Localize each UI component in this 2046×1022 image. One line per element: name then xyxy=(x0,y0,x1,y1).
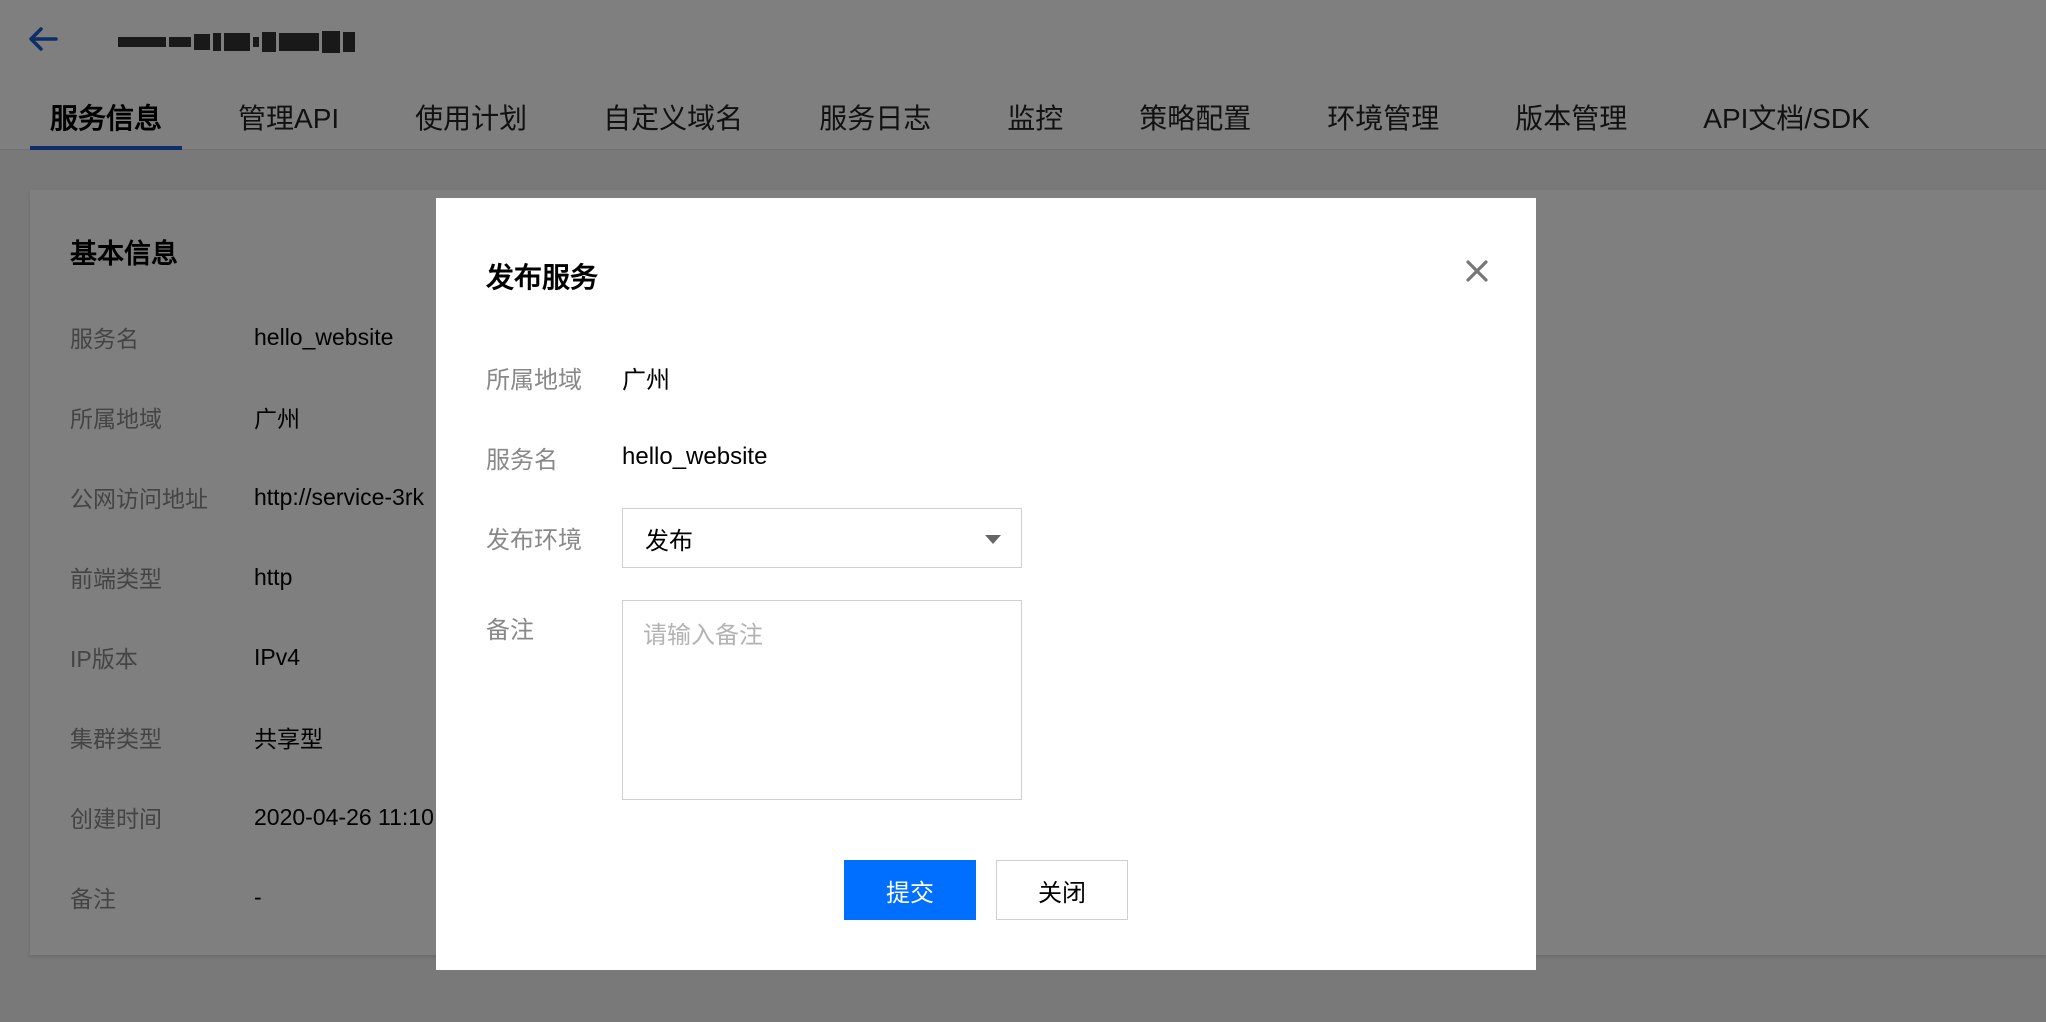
region-label: 所属地域 xyxy=(486,366,582,394)
remark-label: 备注 xyxy=(486,616,534,644)
submit-button[interactable]: 提交 xyxy=(844,860,976,920)
env-select-value: 发布 xyxy=(645,527,693,555)
env-label: 发布环境 xyxy=(486,526,582,554)
close-icon[interactable] xyxy=(1460,254,1494,288)
region-value: 广州 xyxy=(622,366,670,394)
service-name-label: 服务名 xyxy=(486,446,558,474)
form-row-service: 服务名 hello_website xyxy=(486,438,767,476)
dialog-title: 发布服务 xyxy=(486,262,599,293)
close-button[interactable]: 关闭 xyxy=(996,860,1128,920)
env-select[interactable]: 发布 xyxy=(622,508,1022,568)
remark-textarea[interactable] xyxy=(622,600,1022,800)
form-row-env: 发布环境 xyxy=(486,518,622,556)
page: 服务信息 管理API 使用计划 自定义域名 服务日志 监控 策略配置 环境管理 … xyxy=(0,0,2046,1022)
service-name-value: hello_website xyxy=(622,443,768,470)
form-row-remark: 备注 xyxy=(486,608,622,646)
caret-down-icon xyxy=(985,535,1001,544)
publish-service-dialog: 发布服务 所属地域 广州 服务名 hello_website 发布环境 发布 备… xyxy=(436,198,1536,970)
form-row-region: 所属地域 广州 xyxy=(486,358,670,396)
